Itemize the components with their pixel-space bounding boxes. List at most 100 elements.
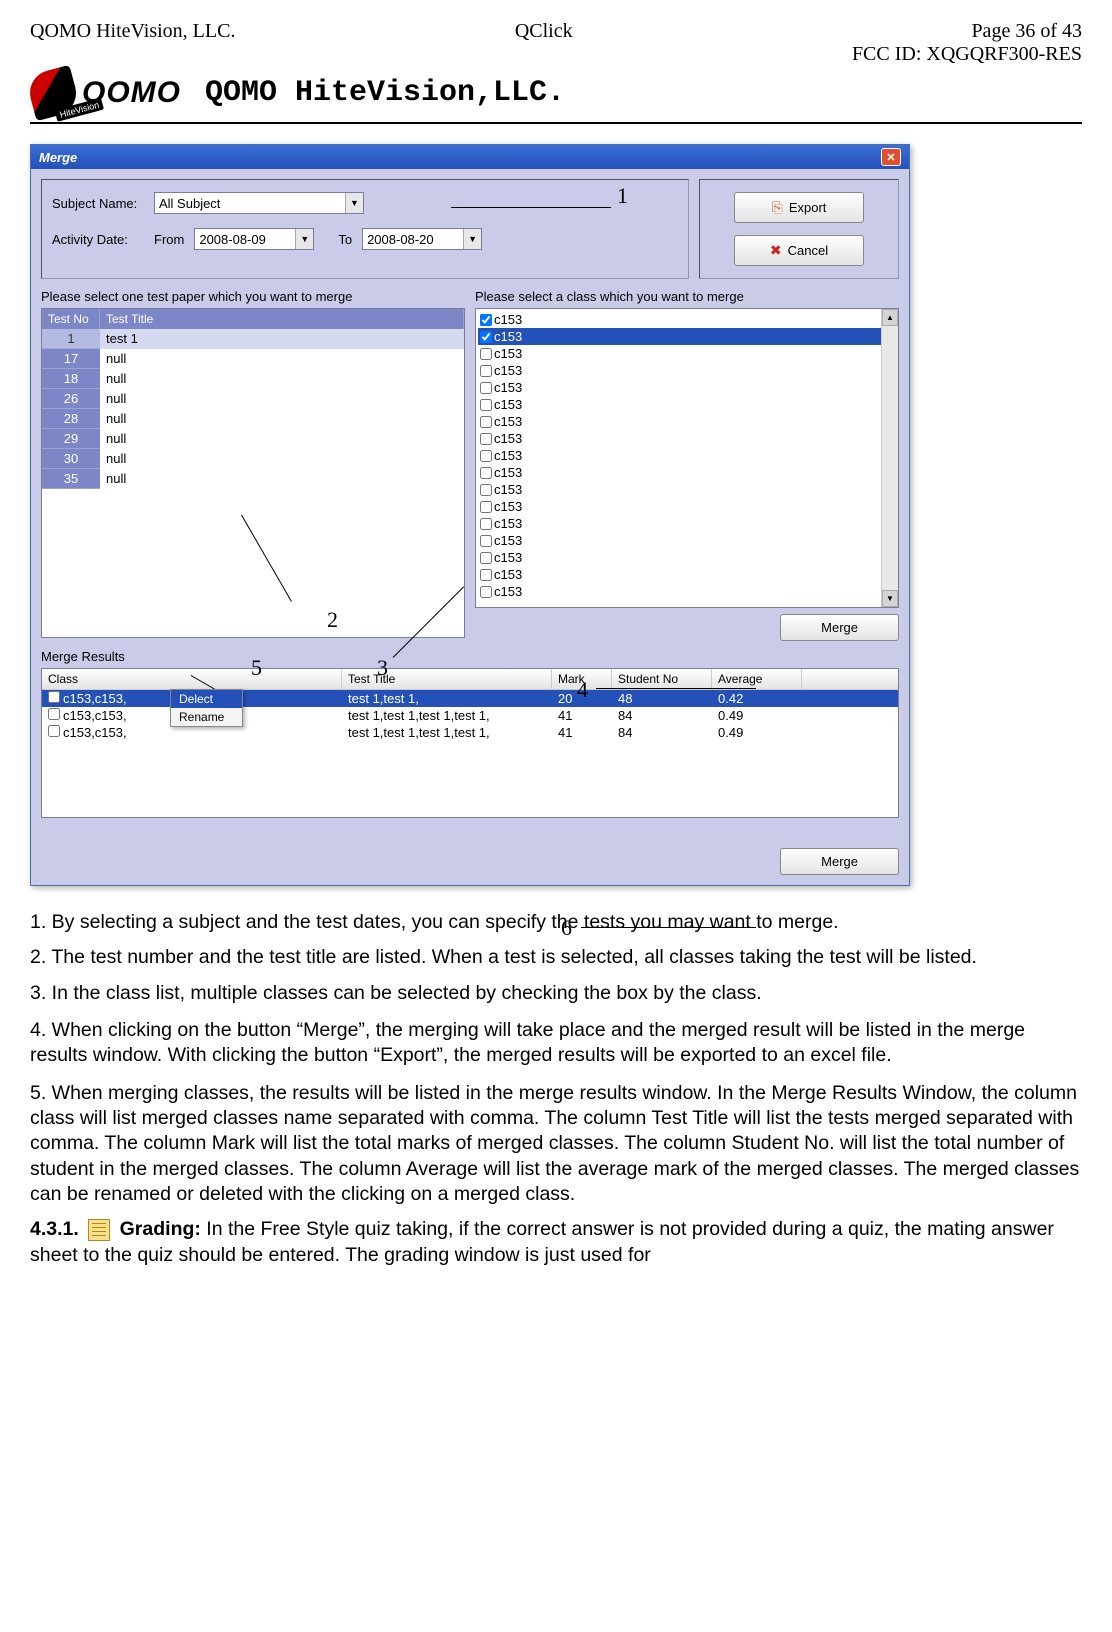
class-checkbox[interactable] [480,586,492,598]
row-checkbox[interactable] [48,708,60,720]
annotation-5: 5 [251,655,262,681]
class-checkbox[interactable] [480,501,492,513]
menu-delete[interactable]: Delect [171,690,242,708]
list-item[interactable]: c153 [478,362,896,379]
annotation-1: 1 [617,183,628,209]
merge-button-top[interactable]: Merge [780,614,899,641]
class-checkbox[interactable] [480,382,492,394]
section-num: 4.3.1. [30,1218,79,1240]
list-item[interactable]: c153 [478,566,896,583]
class-checkbox[interactable] [480,348,492,360]
cancel-icon: ✖ [770,242,782,259]
row-checkbox[interactable] [48,691,60,703]
list-item[interactable]: c153 [478,515,896,532]
scroll-down-icon[interactable]: ▼ [882,590,898,607]
list-item[interactable]: c153 [478,345,896,362]
scroll-up-icon[interactable]: ▲ [882,309,898,326]
cell-testtitle: null [100,429,464,449]
annotation-6: 6 [561,915,572,941]
class-checkbox[interactable] [480,518,492,530]
table-row[interactable]: 1test 1 [42,329,464,349]
class-checkbox[interactable] [480,433,492,445]
class-name: c153 [494,380,522,395]
table-row[interactable]: 18null [42,369,464,389]
list-item[interactable]: c153 [478,481,896,498]
list-item[interactable]: c153 [478,549,896,566]
from-date-combo[interactable]: 2008-08-09 ▼ [194,228,314,250]
list-item[interactable]: c153 [478,328,896,345]
rh-class: Class [42,669,342,689]
to-label: To [338,232,352,247]
class-checkbox[interactable] [480,314,492,326]
class-checkbox[interactable] [480,467,492,479]
rh-title: Test Title [342,669,552,689]
list-item[interactable]: c153 [478,311,896,328]
list-item[interactable]: c153 [478,413,896,430]
class-list[interactable]: c153c153c153c153c153c153c153c153c153c153… [475,308,899,608]
to-value: 2008-08-20 [367,232,434,247]
logo-swoosh-icon: HiteVision [25,65,81,121]
cancel-label: Cancel [788,243,828,258]
header-center: QClick [515,20,573,66]
list-item[interactable]: c153 [478,447,896,464]
class-checkbox[interactable] [480,484,492,496]
table-row[interactable]: 29null [42,429,464,449]
class-checkbox[interactable] [480,535,492,547]
class-checkbox[interactable] [480,331,492,343]
cell-testtitle: null [100,469,464,489]
cell-mark: 41 [552,707,612,724]
cell-student: 48 [612,690,712,707]
scrollbar[interactable]: ▲ ▼ [881,309,898,607]
th-testno: Test No [42,309,100,329]
cell-testno: 17 [42,349,100,369]
list-item[interactable]: c153 [478,532,896,549]
to-date-combo[interactable]: 2008-08-20 ▼ [362,228,482,250]
class-checkbox[interactable] [480,450,492,462]
class-checkbox[interactable] [480,399,492,411]
class-name: c153 [494,346,522,361]
subject-value: All Subject [159,196,220,211]
class-name: c153 [494,465,522,480]
list-item[interactable]: c153 [478,430,896,447]
annotation-line-1 [451,207,611,208]
results-table[interactable]: Class Test Title Mark Student No Average… [41,668,899,818]
class-name: c153 [494,567,522,582]
cell-testno: 18 [42,369,100,389]
cell-testtitle: test 1 [100,329,464,349]
subject-combo[interactable]: All Subject ▼ [154,192,364,214]
list-item[interactable]: c153 [478,379,896,396]
test-table[interactable]: Test No Test Title 1test 117null18null26… [41,308,465,638]
table-row[interactable]: 35null [42,469,464,489]
class-name: c153 [494,533,522,548]
class-name: c153 [494,550,522,565]
merge-button-bottom[interactable]: Merge [780,848,899,875]
annotation-2: 2 [327,607,338,633]
class-checkbox[interactable] [480,552,492,564]
body-text: 1. By selecting a subject and the test d… [30,910,1082,1268]
list-item[interactable]: c153 [478,498,896,515]
class-checkbox[interactable] [480,416,492,428]
class-checkbox[interactable] [480,569,492,581]
list-item[interactable]: c153 [478,583,896,600]
class-name: c153 [494,482,522,497]
menu-rename[interactable]: Rename [171,708,242,726]
list-item[interactable]: c153 [478,396,896,413]
table-row[interactable]: 28null [42,409,464,429]
export-button[interactable]: ⎘ Export [734,192,864,223]
list-item[interactable]: c153 [478,464,896,481]
chevron-down-icon: ▼ [345,193,363,213]
table-row[interactable]: 30null [42,449,464,469]
class-checkbox[interactable] [480,365,492,377]
results-header-row: Class Test Title Mark Student No Average [42,669,898,690]
results-label: Merge Results [41,649,899,664]
cell-testtitle: null [100,349,464,369]
subject-label: Subject Name: [52,196,144,211]
close-button[interactable]: ✕ [881,148,901,166]
annotation-line-4 [596,688,756,689]
table-row[interactable]: 17null [42,349,464,369]
cell-testno: 30 [42,449,100,469]
export-label: Export [789,200,827,215]
row-checkbox[interactable] [48,725,60,737]
cancel-button[interactable]: ✖ Cancel [734,235,864,266]
table-row[interactable]: 26null [42,389,464,409]
